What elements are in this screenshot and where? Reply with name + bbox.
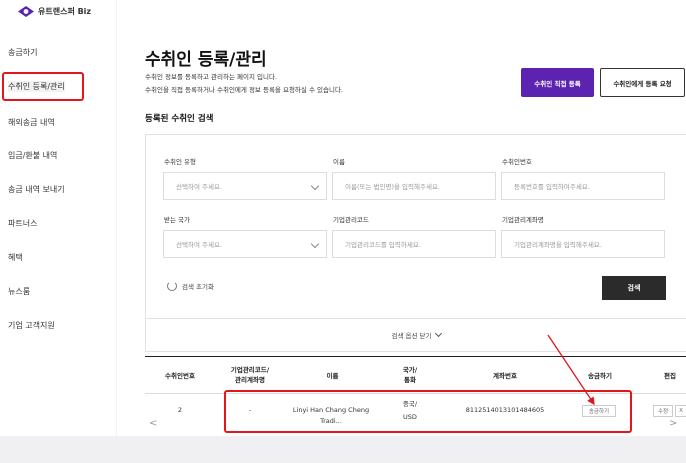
sidebar-item-history[interactable]: 해외송금 내역	[8, 117, 55, 128]
search-filter-panel: 수취인 유형 선택하여 주세요. 이름 이름(또는 법인명)을 입력해주세요. …	[145, 134, 686, 318]
edit-button[interactable]: 수정	[653, 405, 673, 417]
delete-button[interactable]: X	[675, 405, 686, 417]
col-country-2: 통화	[404, 376, 416, 384]
request-registration-button[interactable]: 수취인에게 등록 요청	[600, 68, 685, 97]
chevron-down-icon	[310, 239, 320, 249]
sidebar-item-benefits[interactable]: 혜택	[8, 252, 23, 263]
sidebar-item-newsroom[interactable]: 뉴스룸	[8, 286, 30, 297]
sidebar: 유트랜스퍼 Biz 송금하기 수취인 등록/관리 해외송금 내역 입금/환불 내…	[0, 0, 116, 436]
reset-label: 검색 초기화	[182, 283, 214, 291]
col-country-1: 국가/	[402, 366, 418, 374]
sidebar-item-export[interactable]: 송금 내역 보내기	[8, 184, 65, 195]
logo[interactable]: 유트랜스퍼 Biz	[18, 6, 91, 17]
section-title: 등록된 수취인 검색	[145, 114, 214, 124]
code-label: 기업관리코드	[333, 216, 369, 224]
type-select[interactable]: 선택하여 주세요.	[163, 172, 327, 200]
chevron-down-icon	[310, 181, 320, 191]
col-name: 이름	[326, 372, 339, 380]
col-account: 계좌번호	[493, 372, 517, 380]
col-edit: 편집	[664, 372, 676, 380]
col-code-2: 관리계좌명	[235, 376, 265, 384]
reset-search-button[interactable]: 검색 초기화	[167, 281, 214, 291]
refresh-icon	[167, 281, 177, 291]
table-header: 수취인번호 기업관리코드/ 관리계좌명 이름 국가/ 통화 계좌번호 송금하기 …	[145, 356, 686, 394]
type-label: 수취인 유형	[164, 158, 196, 166]
col-code-1: 기업관리코드/	[230, 366, 270, 374]
type-placeholder: 선택하여 주세요.	[176, 183, 222, 191]
chevron-down-icon	[434, 329, 442, 338]
country-placeholder: 선택하여 주세요.	[176, 241, 222, 249]
sidebar-item-support[interactable]: 기업 고객지원	[8, 320, 55, 331]
number-input[interactable]: 등록번호를 입력하여주세요.	[501, 172, 665, 200]
country-label: 받는 국가	[164, 216, 190, 224]
page-description: 수취인 정보를 등록하고 관리하는 페이지 입니다.	[145, 73, 277, 81]
annotation-sidebar-highlight	[2, 72, 84, 101]
brand-name: 유트랜스퍼 Biz	[38, 7, 92, 16]
scroll-right-icon[interactable]: >	[669, 418, 677, 429]
col-send: 송금하기	[588, 372, 612, 380]
sidebar-item-partners[interactable]: 파트너스	[8, 218, 37, 229]
sidebar-item-send[interactable]: 송금하기	[8, 47, 37, 58]
number-label: 수취인번호	[502, 158, 532, 166]
logo-icon	[18, 6, 34, 17]
main-content: 수취인 등록/관리 수취인 정보를 등록하고 관리하는 페이지 입니다. 수취인…	[116, 0, 686, 436]
row-number: 2	[177, 406, 183, 414]
page-title: 수취인 등록/관리	[145, 50, 267, 70]
collapse-options-button[interactable]: 검색 옵션 닫기	[145, 318, 686, 352]
scroll-left-icon[interactable]: <	[149, 418, 157, 429]
annotation-row-highlight	[224, 390, 632, 433]
country-select[interactable]: 선택하여 주세요.	[163, 230, 327, 258]
code-input[interactable]: 기업관리코드를 입력하세요.	[332, 230, 496, 258]
sidebar-item-deposits[interactable]: 입금/환불 내역	[8, 150, 57, 161]
page-description-2: 수취인을 직접 등록하거나 수취인에게 정보 등록을 요청하실 수 있습니다.	[145, 86, 343, 94]
register-direct-button[interactable]: 수취인 직접 등록	[521, 68, 594, 97]
name-label: 이름	[333, 158, 345, 166]
col-number: 수취인번호	[165, 372, 195, 380]
collapse-label: 검색 옵션 닫기	[391, 332, 432, 340]
account-label: 기업관리계좌명	[502, 216, 544, 224]
name-input[interactable]: 이름(또는 법인명)을 입력해주세요.	[332, 172, 496, 200]
search-button[interactable]: 검색	[602, 276, 666, 300]
account-input[interactable]: 기업관리계좌명을 입력해주세요.	[501, 230, 665, 258]
